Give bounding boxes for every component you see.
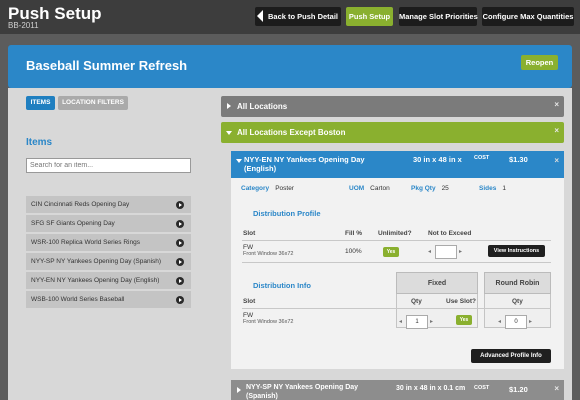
col-unlimited: Unlimited? xyxy=(378,230,412,237)
next-item-header[interactable]: NYY-SP NY Yankees Opening Day (Spanish) … xyxy=(231,380,564,400)
next-item-cost: $1.20 xyxy=(509,385,528,394)
push-setup-button[interactable]: Push Setup xyxy=(346,7,393,26)
list-item[interactable]: CIN Cincinnati Reds Opening Day xyxy=(26,196,191,215)
content-area: ITEMS LOCATION FILTERS Items CIN Cincinn… xyxy=(8,88,572,400)
go-arrow-icon[interactable] xyxy=(176,238,184,247)
items-heading: Items xyxy=(26,137,53,148)
col-rr-qty: Qty xyxy=(512,298,523,305)
sides-field: Sides 1 xyxy=(479,185,506,192)
back-to-push-detail-button[interactable]: Back to Push Detail xyxy=(255,7,341,26)
push-title: Baseball Summer Refresh xyxy=(26,58,188,73)
item-search-input[interactable] xyxy=(26,158,191,173)
close-icon[interactable]: × xyxy=(554,100,559,109)
fill-percent: 100% xyxy=(345,248,362,255)
advanced-profile-info-button[interactable]: Advanced Profile Info xyxy=(471,349,551,363)
caret-down-icon xyxy=(236,159,242,163)
close-icon[interactable]: × xyxy=(554,126,559,135)
category-field: Category Poster xyxy=(241,185,294,192)
round-robin-qty-stepper[interactable]: ◂ 0 ▸ xyxy=(498,315,532,329)
caret-right-icon xyxy=(227,103,231,109)
list-item[interactable]: WSB-100 World Series Baseball xyxy=(26,291,191,310)
list-item[interactable]: NYY-EN NY Yankees Opening Day (English) xyxy=(26,272,191,291)
decrement-icon[interactable]: ◂ xyxy=(399,319,402,325)
tab-location-filters[interactable]: LOCATION FILTERS xyxy=(58,96,128,110)
next-item-dimensions: 30 in x 48 in x 0.1 cm xyxy=(396,385,466,392)
list-item[interactable]: NYY-SP NY Yankees Opening Day (Spanish) xyxy=(26,253,191,272)
fixed-header: Fixed xyxy=(396,272,478,294)
increment-icon[interactable]: ▸ xyxy=(459,248,462,255)
close-icon[interactable]: × xyxy=(554,156,559,165)
info-slot: FW Front Window 36x72 xyxy=(243,312,294,325)
caret-right-icon xyxy=(237,387,241,393)
distribution-info-title: Distribution Info xyxy=(253,281,311,290)
next-item-name: NYY-SP NY Yankees Opening Day xyxy=(246,384,359,391)
round-robin-header: Round Robin xyxy=(484,272,551,294)
divider xyxy=(242,308,551,309)
pkg-qty-field: Pkg Qty 25 xyxy=(411,185,449,192)
decrement-icon[interactable]: ◂ xyxy=(428,249,431,255)
unlimited-yes-toggle[interactable]: Yes xyxy=(383,247,399,257)
go-arrow-icon[interactable] xyxy=(176,219,184,228)
tab-items[interactable]: ITEMS xyxy=(26,96,55,110)
col-qty: Qty xyxy=(411,298,422,305)
caret-down-icon xyxy=(226,131,232,135)
configure-max-quantities-button[interactable]: Configure Max Quantities xyxy=(482,7,574,26)
app-subtitle: BB-2011 xyxy=(8,21,39,30)
next-item-name-sub: (Spanish) xyxy=(246,393,278,400)
all-locations-header[interactable]: All Locations × xyxy=(221,96,564,117)
decrement-icon[interactable]: ◂ xyxy=(498,319,501,325)
item-dimensions: 30 in x 48 in x xyxy=(413,155,462,164)
not-to-exceed-stepper[interactable]: ◂ ▸ xyxy=(428,245,462,259)
item-list: CIN Cincinnati Reds Opening Day SFG SF G… xyxy=(26,196,191,310)
push-banner: Baseball Summer Refresh Reopen xyxy=(8,45,572,88)
top-bar: Push Setup BB-2011 Back to Push Detail P… xyxy=(0,0,580,34)
round-robin-qty-input[interactable]: 0 xyxy=(505,315,527,329)
cost-label: COST xyxy=(474,155,490,161)
view-instructions-button[interactable]: View Instructions xyxy=(488,245,545,257)
profile-slot: FW Front Window 36x72 xyxy=(243,244,294,257)
go-arrow-icon[interactable] xyxy=(176,257,184,266)
col-not-to-exceed: Not to Exceed xyxy=(428,230,472,237)
distribution-profile-title: Distribution Profile xyxy=(253,209,321,218)
divider xyxy=(242,240,551,241)
list-item[interactable]: SFG SF Giants Opening Day xyxy=(26,215,191,234)
col-slot: Slot xyxy=(243,298,256,305)
fixed-qty-stepper[interactable]: ◂ 1 ▸ xyxy=(399,315,433,329)
col-fill: Fill % xyxy=(345,230,362,237)
close-icon[interactable]: × xyxy=(554,384,559,393)
reopen-button[interactable]: Reopen xyxy=(521,55,558,70)
list-item[interactable]: WSR-100 Replica World Series Rings xyxy=(26,234,191,253)
cost-label: COST xyxy=(474,385,490,391)
not-to-exceed-input[interactable] xyxy=(435,245,457,259)
item-card: NYY-EN NY Yankees Opening Day (English) … xyxy=(231,151,564,369)
go-arrow-icon[interactable] xyxy=(176,200,184,209)
item-name-sub: (English) xyxy=(244,164,277,173)
go-arrow-icon[interactable] xyxy=(176,295,184,304)
manage-slot-priorities-button[interactable]: Manage Slot Priorities xyxy=(399,7,478,26)
col-slot: Slot xyxy=(243,230,256,237)
except-boston-header[interactable]: All Locations Except Boston × xyxy=(221,122,564,143)
col-use-slot: Use Slot? xyxy=(446,298,476,305)
increment-icon[interactable]: ▸ xyxy=(430,318,433,325)
fixed-qty-input[interactable]: 1 xyxy=(406,315,428,329)
item-name: NYY-EN NY Yankees Opening Day xyxy=(244,155,365,164)
back-arrow-icon xyxy=(257,10,263,22)
divider xyxy=(242,262,551,263)
item-cost: $1.30 xyxy=(509,155,528,164)
item-card-header[interactable]: NYY-EN NY Yankees Opening Day (English) … xyxy=(231,151,564,178)
use-slot-yes-toggle[interactable]: Yes xyxy=(456,315,472,325)
increment-icon[interactable]: ▸ xyxy=(529,318,532,325)
go-arrow-icon[interactable] xyxy=(176,276,184,285)
uom-field: UOM Carton xyxy=(349,185,390,192)
items-panel: ITEMS LOCATION FILTERS Items CIN Cincinn… xyxy=(26,96,191,400)
